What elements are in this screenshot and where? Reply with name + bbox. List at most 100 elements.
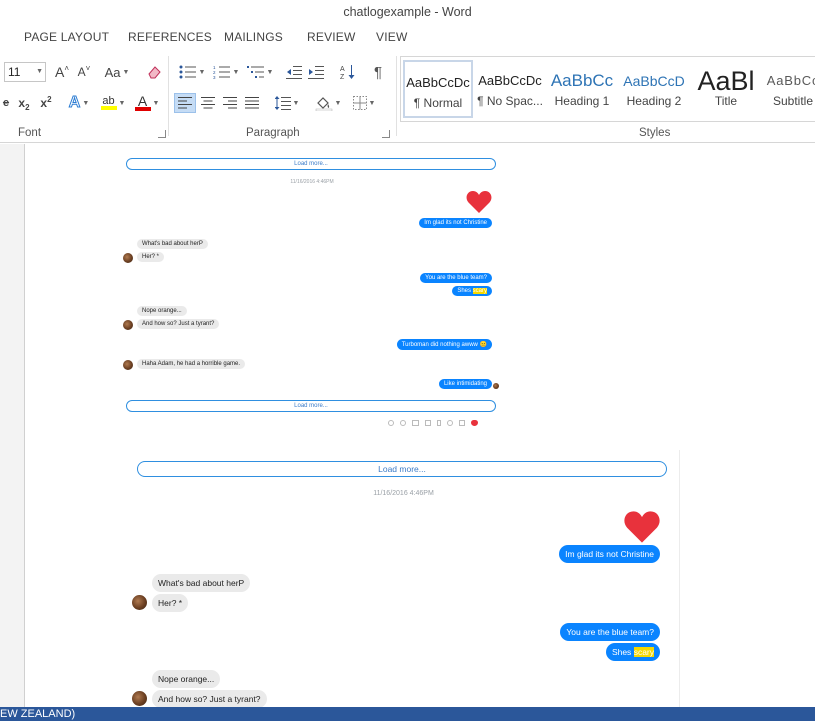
increase-indent-icon xyxy=(308,66,324,79)
style-preview: AaBbCcDc xyxy=(478,73,542,88)
game-icon xyxy=(459,420,465,426)
line-spacing-icon xyxy=(274,96,291,110)
font-group-label: Font xyxy=(18,127,42,139)
style-no-spacing[interactable]: AaBbCcDc ¶ No Spac... xyxy=(475,60,545,118)
numbering-icon: 123 xyxy=(213,65,230,79)
window-title: chatlogexample - Word xyxy=(343,5,472,19)
borders-button[interactable]: ▼ xyxy=(348,93,380,113)
message-bubble-out: Shes scary xyxy=(452,286,492,296)
svg-text:A: A xyxy=(340,66,345,73)
subscript-button[interactable]: x2 xyxy=(14,93,34,113)
strikethrough-icon: e xyxy=(2,97,10,109)
styles-group-label: Styles xyxy=(639,127,671,139)
load-more-button[interactable]: Load more... xyxy=(137,461,667,477)
message-bubble-in: And how so? Just a tyrant? xyxy=(152,690,267,707)
style-subtitle[interactable]: AaBbCc Subtitle xyxy=(763,60,815,118)
justify-button[interactable] xyxy=(242,93,262,113)
style-preview: AaBbCcD xyxy=(623,73,685,89)
line-spacing-button[interactable]: ▼ xyxy=(272,93,302,113)
tab-review[interactable]: REVIEW xyxy=(307,30,356,44)
heart-icon xyxy=(471,420,478,426)
style-heading-1[interactable]: AaBbCc Heading 1 xyxy=(547,60,617,118)
status-bar: EW ZEALAND) xyxy=(0,707,815,721)
highlight-glyph: ab xyxy=(102,95,115,107)
load-more-button[interactable]: Load more... xyxy=(126,400,496,412)
font-size-box[interactable]: 11 ▼ xyxy=(4,62,46,82)
chevron-down-icon: ▼ xyxy=(232,68,240,76)
style-preview: AaBl xyxy=(697,68,755,94)
align-right-icon xyxy=(223,97,237,109)
chat-image-small[interactable]: Load more... 11/16/2016 4:46PM Im glad i… xyxy=(118,152,506,428)
font-dialog-launcher-icon[interactable] xyxy=(158,130,166,138)
tab-page-layout[interactable]: PAGE LAYOUT xyxy=(24,30,109,44)
eraser-icon xyxy=(148,66,161,79)
chevron-down-icon[interactable]: ▼ xyxy=(36,63,43,81)
clear-formatting-button[interactable] xyxy=(144,62,164,82)
tab-view[interactable]: VIEW xyxy=(376,30,407,44)
borders-icon xyxy=(352,96,367,110)
timestamp: 11/16/2016 4:46PM xyxy=(290,179,334,185)
align-right-button[interactable] xyxy=(220,93,240,113)
shrink-font-icon: A xyxy=(77,65,86,79)
sort-button[interactable]: AZ xyxy=(338,62,358,82)
up-arrow-icon: ˄ xyxy=(64,63,69,73)
grow-font-icon: A xyxy=(54,64,65,80)
strikethrough-button[interactable]: e xyxy=(0,93,12,113)
style-name: Heading 1 xyxy=(554,94,610,108)
load-more-button[interactable]: Load more... xyxy=(126,158,496,170)
avatar xyxy=(493,383,499,389)
avatar xyxy=(132,691,147,706)
shrink-font-button[interactable]: A ˅ xyxy=(74,62,94,82)
shading-button[interactable]: ▼ xyxy=(312,93,344,113)
superscript-icon: x xyxy=(40,96,48,110)
align-center-button[interactable] xyxy=(198,93,218,113)
group-divider xyxy=(168,56,169,136)
highlight-color-button[interactable]: ab ▼ xyxy=(98,93,128,113)
multilevel-list-button[interactable]: ▼ xyxy=(244,62,276,82)
bullets-icon xyxy=(179,65,196,79)
style-name: ¶ No Spac... xyxy=(477,94,543,108)
style-name: Title xyxy=(714,94,738,108)
message-bubble-out: Turboman did nothing awww 😐 xyxy=(396,339,492,350)
message-bubble-in: Nope orange... xyxy=(152,670,221,688)
styles-gallery: AaBbCcDc ¶ Normal AaBbCcDc ¶ No Spac... … xyxy=(400,56,815,122)
highlighted-text: scary xyxy=(633,647,654,657)
message-bubble-in: Her? * xyxy=(137,252,165,262)
show-formatting-button[interactable]: ¶ xyxy=(368,62,388,82)
chevron-down-icon: ▼ xyxy=(368,99,376,107)
align-left-button[interactable] xyxy=(174,93,196,113)
tab-mailings[interactable]: MAILINGS xyxy=(224,30,283,44)
chevron-down-icon: ▼ xyxy=(198,68,206,76)
tab-references[interactable]: REFERENCES xyxy=(128,30,212,44)
superscript-two-glyph: 2 xyxy=(47,94,52,104)
change-case-button[interactable]: Aa ▼ xyxy=(102,62,132,82)
decrease-indent-button[interactable] xyxy=(284,62,304,82)
font-color-icon: A xyxy=(134,94,151,111)
avatar xyxy=(123,320,133,330)
style-heading-2[interactable]: AaBbCcD Heading 2 xyxy=(619,60,689,118)
change-case-icon: Aa xyxy=(104,64,121,80)
document-area[interactable]: Load more... 11/16/2016 4:46PM Im glad i… xyxy=(0,144,815,707)
style-normal[interactable]: AaBbCcDc ¶ Normal xyxy=(403,60,473,118)
message-bubble-out: You are the blue team? xyxy=(420,273,492,283)
sticker-icon xyxy=(400,420,406,426)
style-name: ¶ Normal xyxy=(413,96,463,110)
bullets-button[interactable]: ▼ xyxy=(176,62,208,82)
superscript-button[interactable]: x2 xyxy=(36,93,56,113)
grow-font-button[interactable]: A ˄ xyxy=(52,62,72,82)
message-bubble-out: Shes scary xyxy=(605,643,660,661)
text-effects-button[interactable]: A ▼ xyxy=(64,93,94,113)
numbering-button[interactable]: 1 2 3 ▼ xyxy=(210,62,242,82)
style-title[interactable]: AaBl Title xyxy=(691,60,761,118)
message-bubble-in: What's bad about herP xyxy=(152,574,251,592)
payment-icon xyxy=(447,420,453,426)
language-indicator[interactable]: EW ZEALAND) xyxy=(0,708,75,720)
paragraph-dialog-launcher-icon[interactable] xyxy=(382,130,390,138)
increase-indent-button[interactable] xyxy=(306,62,326,82)
heart-icon xyxy=(466,191,492,213)
chat-image-large[interactable]: Load more... 11/16/2016 4:46PM Im glad i… xyxy=(127,450,680,707)
style-preview: AaBbCcDc xyxy=(406,75,470,90)
font-color-button[interactable]: A ▼ xyxy=(132,93,162,113)
avatar xyxy=(123,360,133,370)
highlight-swatch xyxy=(100,106,117,110)
